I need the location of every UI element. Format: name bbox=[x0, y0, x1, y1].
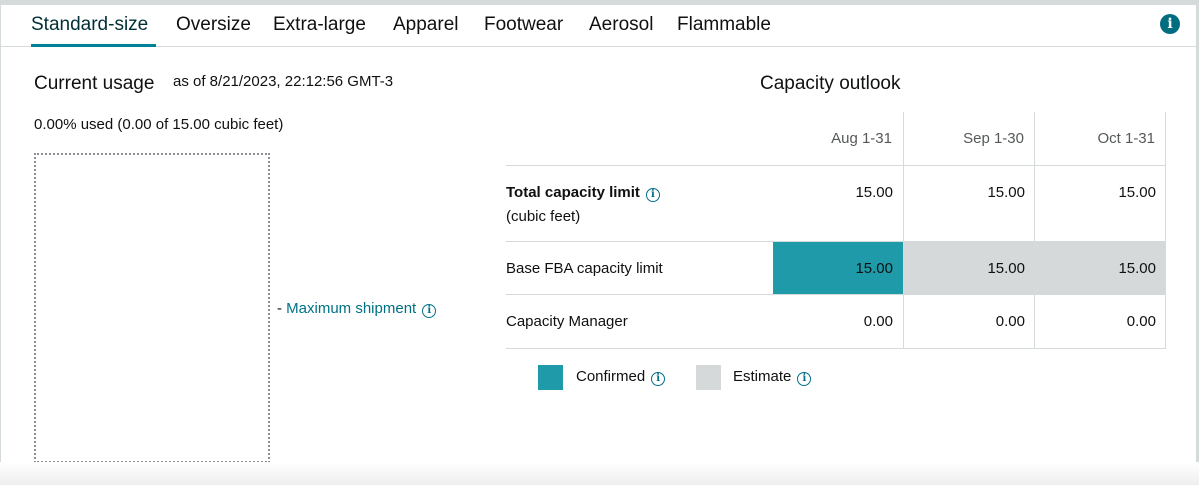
tab-footwear[interactable]: Footwear bbox=[484, 14, 563, 36]
current-usage-title: Current usage bbox=[34, 73, 155, 94]
total-capacity-label: Total capacity limit bbox=[506, 184, 640, 201]
maximum-shipment-link[interactable]: Maximum shipment bbox=[286, 300, 416, 317]
maximum-shipment-info-icon[interactable]: i bbox=[422, 304, 437, 318]
table-divider bbox=[506, 294, 1166, 295]
legend-estimate-label: Estimate bbox=[733, 368, 792, 385]
row-label-capacity-manager: Capacity Manager bbox=[506, 313, 628, 330]
legend-confirmed-label: Confirmed bbox=[576, 368, 646, 385]
table-divider bbox=[506, 241, 1166, 242]
total-capacity-sep: 15.00 bbox=[987, 184, 1025, 201]
tab-bar: Standard-size Oversize Extra-large Appar… bbox=[0, 5, 1196, 47]
total-capacity-oct: 15.00 bbox=[1118, 184, 1156, 201]
column-header-oct: Oct 1-31 bbox=[1097, 130, 1155, 147]
capacity-manager-aug: 0.00 bbox=[863, 313, 893, 330]
tab-flammable[interactable]: Flammable bbox=[677, 14, 771, 36]
base-fba-oct: 15.00 bbox=[1118, 260, 1156, 277]
base-fba-aug: 15.00 bbox=[855, 260, 893, 277]
legend-estimate: Estimate i bbox=[733, 368, 812, 386]
total-capacity-info-icon[interactable]: i bbox=[645, 188, 660, 202]
column-header-aug: Aug 1-31 bbox=[831, 130, 892, 147]
table-column-divider bbox=[1165, 112, 1166, 349]
capacity-outlook-title: Capacity outlook bbox=[760, 73, 901, 94]
active-tab-indicator bbox=[31, 44, 156, 47]
info-icon[interactable]: i bbox=[1160, 14, 1180, 34]
tab-extra-large[interactable]: Extra-large bbox=[273, 14, 366, 36]
legend-estimate-swatch bbox=[696, 365, 721, 390]
legend-confirmed-swatch bbox=[538, 365, 563, 390]
tab-apparel[interactable]: Apparel bbox=[393, 14, 459, 36]
legend-confirmed: Confirmed i bbox=[576, 368, 666, 386]
estimate-info-icon[interactable]: i bbox=[797, 372, 812, 386]
capacity-manager-sep: 0.00 bbox=[995, 313, 1025, 330]
table-column-divider bbox=[903, 112, 904, 349]
total-capacity-unit: (cubic feet) bbox=[506, 208, 581, 225]
total-capacity-aug: 15.00 bbox=[855, 184, 893, 201]
current-usage-timestamp: as of 8/21/2023, 22:12:56 GMT-3 bbox=[173, 73, 394, 90]
left-border bbox=[0, 5, 1, 485]
column-header-sep: Sep 1-30 bbox=[963, 130, 1024, 147]
base-fba-sep: 15.00 bbox=[987, 260, 1025, 277]
tab-oversize[interactable]: Oversize bbox=[176, 14, 251, 36]
usage-percentage-text: 0.00% used (0.00 of 15.00 cubic feet) bbox=[34, 116, 284, 133]
table-divider bbox=[506, 348, 1166, 349]
maximum-shipment-dash: - bbox=[277, 300, 282, 317]
row-label-base-fba: Base FBA capacity limit bbox=[506, 260, 663, 277]
capacity-manager-oct: 0.00 bbox=[1126, 313, 1156, 330]
confirmed-info-icon[interactable]: i bbox=[651, 372, 666, 386]
row-label-total-capacity: Total capacity limit i (cubic feet) bbox=[506, 184, 660, 225]
usage-gauge-box bbox=[34, 153, 270, 463]
maximum-shipment-marker: - Maximum shipment i bbox=[277, 300, 437, 318]
tab-standard-size[interactable]: Standard-size bbox=[31, 14, 148, 36]
table-divider bbox=[506, 165, 1166, 166]
tab-aerosol[interactable]: Aerosol bbox=[589, 14, 653, 36]
bottom-shadow bbox=[0, 462, 1199, 485]
table-column-divider bbox=[1034, 112, 1035, 349]
